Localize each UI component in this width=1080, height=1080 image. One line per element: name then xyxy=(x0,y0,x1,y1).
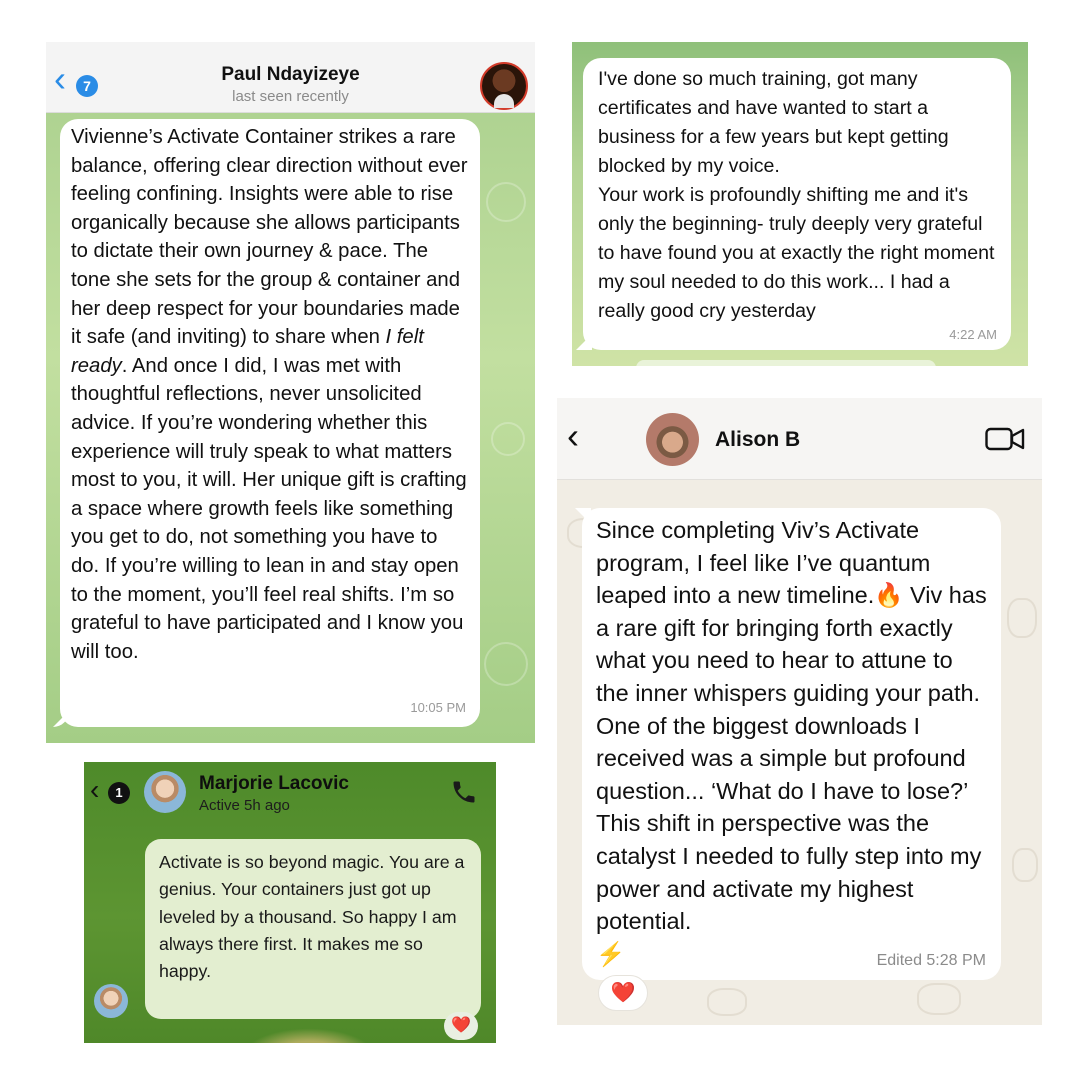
unread-badge[interactable]: 1 xyxy=(108,782,130,804)
message-bubble[interactable]: Activate is so beyond magic. You are a g… xyxy=(145,839,481,1019)
avatar[interactable] xyxy=(144,771,186,813)
message-timestamp: 10:05 PM xyxy=(410,700,466,715)
message-bubble[interactable]: I've done so much training, got many cer… xyxy=(583,58,1011,350)
fire-emoji: 🔥 xyxy=(874,582,904,609)
edited-timestamp: Edited 5:28 PM xyxy=(876,952,986,969)
message-timestamp: 4:22 AM xyxy=(949,327,997,342)
wallpaper-doodle xyxy=(484,642,528,686)
message-text: Activate is so beyond magic. You are a g… xyxy=(159,852,465,982)
heart-reaction[interactable]: ❤️ xyxy=(444,1012,478,1040)
video-camera-icon[interactable] xyxy=(985,425,1025,453)
contact-status: last seen recently xyxy=(232,88,349,105)
wallpaper-doodle xyxy=(486,182,526,222)
wallpaper-doodle xyxy=(1007,598,1037,638)
chevron-left-icon[interactable]: ‹ xyxy=(90,776,99,804)
wallpaper-doodle xyxy=(917,983,961,1015)
chat-header: ‹ 7 Paul Ndayizeye last seen recently xyxy=(46,42,535,113)
contact-name[interactable]: Alison B xyxy=(715,428,800,452)
lightning-emoji: ⚡ xyxy=(596,940,626,967)
heart-reaction[interactable]: ❤️ xyxy=(598,975,648,1011)
contact-name[interactable]: Paul Ndayizeye xyxy=(46,64,535,86)
alison-chat-screenshot: ‹ Alison B Since completing Viv’s Activa… xyxy=(557,398,1042,1025)
message-line: I've done so much training, got many cer… xyxy=(598,68,949,177)
wallpaper-doodle xyxy=(491,422,525,456)
marjorie-chat-screenshot: ‹ 1 Marjorie Lacovic Active 5h ago Activ… xyxy=(84,762,496,1043)
chat-header: ‹ Alison B xyxy=(557,398,1042,480)
chevron-left-icon[interactable]: ‹ xyxy=(567,418,579,454)
phone-icon[interactable] xyxy=(450,778,478,806)
avatar[interactable] xyxy=(646,413,699,466)
wallpaper-doodle xyxy=(1012,848,1038,882)
paul-chat-screenshot: ‹ 7 Paul Ndayizeye last seen recently Vi… xyxy=(46,42,535,743)
message-bubble[interactable]: Since completing Viv’s Activate program,… xyxy=(582,508,1001,980)
avatar[interactable] xyxy=(480,62,528,110)
message-text: Vivienne’s Activate Container strikes a … xyxy=(71,126,468,663)
message-line: Your work is profoundly shifting me and … xyxy=(598,184,995,322)
message-text: Since completing Viv’s Activate program,… xyxy=(596,517,987,967)
training-chat-screenshot: I've done so much training, got many cer… xyxy=(572,42,1028,366)
contact-name[interactable]: Marjorie Lacovic xyxy=(199,773,349,795)
next-message-bubble xyxy=(636,360,936,366)
contact-status: Active 5h ago xyxy=(199,797,290,814)
wallpaper-doodle xyxy=(707,988,747,1016)
sender-avatar[interactable] xyxy=(94,984,128,1018)
message-bubble[interactable]: Vivienne’s Activate Container strikes a … xyxy=(60,119,480,727)
wallpaper-ornament xyxy=(234,1024,384,1043)
